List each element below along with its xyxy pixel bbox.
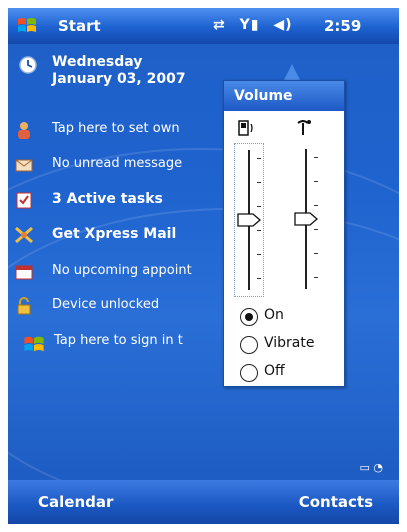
today-screen: Start ⇄ Y▮ ◀) 2:59 Wednesday January 03,…: [8, 8, 399, 524]
slider-tick: [314, 181, 318, 182]
owner-icon: [18, 122, 30, 139]
ringer-volume-icon: [297, 120, 311, 135]
appointments-label: No upcoming appoint: [52, 263, 192, 278]
slider-tick: [314, 205, 318, 206]
radio-off-label: Off: [264, 363, 285, 379]
xpress-mail-icon: [15, 226, 33, 244]
radio-off[interactable]: Off: [240, 361, 350, 385]
volume-popup-pointer: [284, 64, 300, 80]
title-bar: Start ⇄ Y▮ ◀) 2:59: [8, 8, 399, 44]
radio-vibrate[interactable]: Vibrate: [240, 333, 350, 357]
volume-header: Volume: [224, 81, 344, 111]
day-label: Wednesday: [52, 54, 143, 70]
radio-vibrate-label: Vibrate: [264, 335, 315, 351]
tasks-label: 3 Active tasks: [52, 191, 163, 207]
tray-icons: ▭ ◔: [359, 461, 383, 474]
system-volume-thumb[interactable]: [237, 213, 261, 227]
connectivity-icon[interactable]: ◔: [373, 461, 383, 474]
calendar-softkey[interactable]: Calendar: [38, 493, 113, 511]
date-label: January 03, 2007: [52, 71, 186, 87]
contacts-softkey[interactable]: Contacts: [299, 493, 373, 511]
radio-off-circle: [240, 364, 258, 382]
slider-tick: [314, 253, 318, 254]
speaker-icon[interactable]: ◀): [273, 17, 292, 33]
messenger-label: Tap here to sign in t: [54, 333, 183, 348]
slider-tick: [257, 158, 261, 159]
radio-on[interactable]: On: [240, 305, 350, 329]
slider-tick: [257, 206, 261, 207]
slider-tick: [257, 230, 261, 231]
xpress-mail-label: Get Xpress Mail: [52, 226, 177, 242]
owner-label: Tap here to set own: [52, 121, 180, 136]
device-lock-label: Device unlocked: [52, 297, 160, 312]
radio-vibrate-circle: [240, 336, 258, 354]
slider-tick: [257, 278, 261, 279]
date-item[interactable]: Wednesday January 03, 2007: [52, 54, 186, 88]
slider-tick: [314, 277, 318, 278]
clock[interactable]: 2:59: [324, 17, 361, 35]
messenger-icon: [24, 336, 44, 352]
signal-icon[interactable]: Y▮: [240, 17, 260, 33]
ringer-volume-thumb[interactable]: [294, 212, 318, 226]
slider-tick: [314, 157, 318, 158]
ringer-volume-slider[interactable]: [292, 143, 320, 295]
windows-flag-icon[interactable]: [16, 15, 38, 37]
system-volume-icon: [238, 120, 253, 136]
slider-tick: [257, 254, 261, 255]
radio-on-label: On: [264, 307, 284, 323]
volume-title: Volume: [234, 88, 293, 104]
sync-icon[interactable]: ⇄: [213, 17, 226, 33]
softkey-bar: Calendar Contacts: [8, 480, 399, 524]
keyboard-icon[interactable]: ▭: [359, 461, 369, 474]
tasks-icon: [16, 192, 32, 209]
envelope-icon: [15, 159, 33, 172]
slider-tick: [314, 229, 318, 230]
clock-icon: [19, 56, 37, 74]
padlock-icon: [17, 297, 31, 315]
radio-selected-dot: [245, 313, 253, 321]
system-volume-slider[interactable]: [234, 143, 264, 297]
volume-popup: Volume On Vibrate Off: [223, 80, 345, 387]
calendar-icon: [15, 265, 33, 280]
radio-on-circle: [240, 308, 258, 326]
slider-tick: [257, 182, 261, 183]
status-icons: ⇄ Y▮ ◀): [213, 17, 301, 33]
messages-label: No unread message: [52, 156, 183, 171]
start-menu-button[interactable]: Start: [58, 17, 101, 35]
device-frame: Start ⇄ Y▮ ◀) 2:59 Wednesday January 03,…: [0, 0, 407, 532]
